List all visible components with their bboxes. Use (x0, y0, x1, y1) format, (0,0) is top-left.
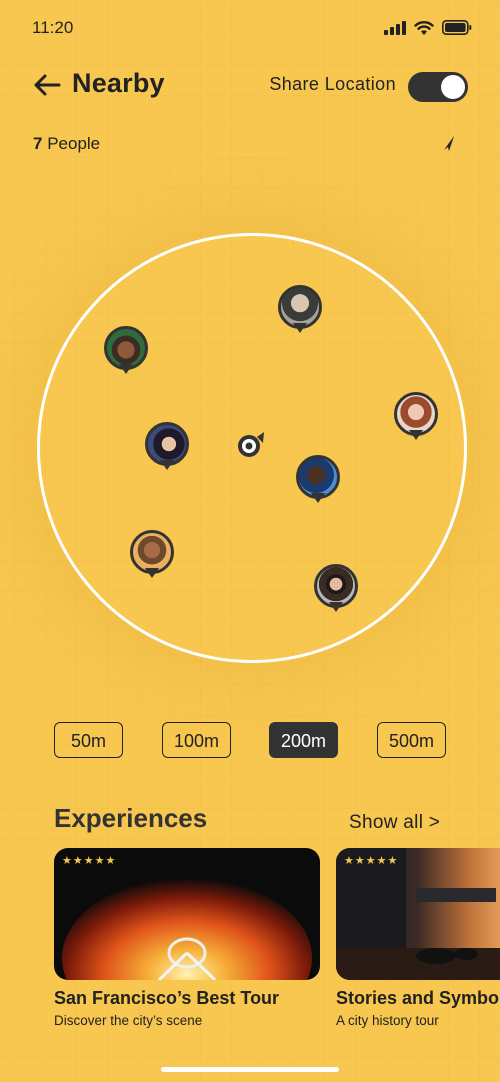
ferris-wheel-image (62, 878, 312, 980)
back-arrow-icon[interactable] (32, 72, 62, 98)
range-500m-button[interactable]: 500m (377, 722, 446, 758)
experiences-heading: Experiences (54, 803, 208, 833)
person-pin[interactable] (104, 326, 148, 378)
show-all-link[interactable]: Show all > (349, 812, 440, 834)
experience-card[interactable]: ★★★★★ (336, 848, 500, 980)
battery-icon (442, 20, 472, 35)
card-rating-stars: ★★★★★ (344, 855, 399, 867)
card-subtitle: A city history tour (336, 1013, 439, 1028)
person-pin[interactable] (296, 455, 340, 507)
wifi-icon (414, 21, 434, 35)
range-100m-button[interactable]: 100m (162, 722, 231, 758)
experience-card[interactable]: ★★★★★ (54, 848, 320, 980)
card-rating-stars: ★★★★★ (62, 855, 117, 867)
person-pin[interactable] (394, 392, 438, 444)
toggle-knob (441, 75, 465, 99)
status-bar: 11:20 (0, 0, 500, 58)
header: Nearby Share Location (0, 66, 500, 106)
my-location-icon (238, 432, 264, 457)
share-location-label: Share Location (269, 74, 396, 94)
people-count-label: People (47, 134, 101, 153)
cellular-signal-icon (384, 20, 406, 35)
person-pin[interactable] (278, 285, 322, 337)
range-selector: 50m 100m 200m 500m (0, 722, 500, 760)
range-200m-button[interactable]: 200m (269, 722, 338, 758)
card-subtitle: Discover the city’s scene (54, 1013, 203, 1028)
navigation-arrow-icon[interactable] (440, 134, 458, 152)
people-count: 7 People (33, 134, 100, 154)
city-street-image (336, 848, 500, 980)
share-location-toggle[interactable] (408, 72, 468, 102)
card-title: San Francisco’s Best Tour (54, 988, 280, 1008)
person-pin[interactable] (145, 422, 189, 474)
person-pin[interactable] (314, 564, 358, 616)
people-count-number: 7 (33, 134, 43, 153)
page-title: Nearby (72, 68, 165, 98)
card-title: Stories and Symbols (336, 988, 500, 1008)
status-time: 11:20 (32, 18, 74, 37)
home-indicator[interactable] (161, 1067, 339, 1072)
person-pin[interactable] (130, 530, 174, 582)
range-50m-button[interactable]: 50m (54, 722, 123, 758)
